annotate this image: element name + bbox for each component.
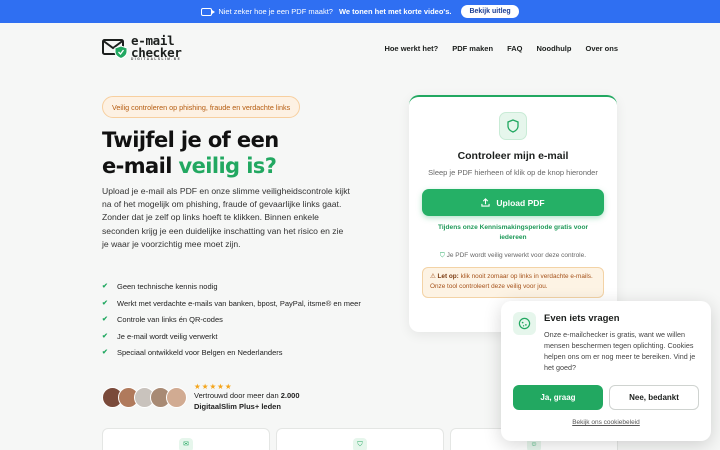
feature-card-shield: ⛉ (276, 428, 444, 450)
main-nav: Hoe werkt het? PDF maken FAQ Noodhulp Ov… (384, 44, 618, 53)
safe-note-text: Je PDF wordt veilig verwerkt voor deze c… (446, 252, 587, 259)
check-icon: ✔ (102, 283, 108, 290)
hero-title: Twijfel je of een e-mail veilig is? (102, 127, 279, 179)
trust-block: ★★★★★ Vertrouwd door meer dan 2.000 Digi… (102, 382, 300, 412)
logo-tagline: DIGITAALSLIM.BE (131, 56, 182, 61)
avatar (166, 386, 187, 408)
feature-text: Werkt met verdachte e-mails van banken, … (117, 298, 361, 308)
cookie-title: Even iets vragen (544, 313, 620, 324)
hero-title-line2: e-mail (102, 154, 179, 178)
video-icon (201, 7, 216, 16)
upload-card-subtitle: Sleep je PDF hierheen of klik op de knop… (428, 168, 598, 177)
announcement-text: Niet zeker hoe je een PDF maakt? (218, 7, 333, 16)
feature-text: Je e-mail wordt veilig verwerkt (117, 331, 218, 341)
nav-emergency-help[interactable]: Noodhulp (536, 44, 571, 53)
trust-count: 2.000 (280, 391, 300, 400)
promo-text: Tijdens onze Kennismakingsperiode gratis… (437, 224, 589, 241)
list-item: ✔ Speciaal ontwikkeld voor Belgen en Nede… (102, 347, 372, 358)
feature-text: Controle van links én QR-codes (117, 315, 223, 324)
list-item: ✔ Je e-mail wordt veilig verwerkt (102, 331, 372, 342)
check-icon: ✔ (102, 316, 108, 323)
warning-label: Let op: (437, 273, 459, 280)
feature-list: ✔ Geen technische kennis nodig ✔ Werkt met… (102, 281, 372, 364)
trust-members: DigitaalSlim Plus+ leden (194, 401, 281, 411)
cookie-policy-link[interactable]: Bekijk ons cookiebeleid (501, 419, 711, 426)
star-rating: ★★★★★ (194, 382, 233, 391)
upload-card: Controleer mijn e-mail Sleep je PDF hier… (409, 95, 617, 332)
hero-description: Upload je e-mail als PDF en onze slimme … (102, 186, 350, 249)
check-icon: ✔ (102, 332, 108, 340)
nav-faq[interactable]: FAQ (507, 44, 522, 53)
cookie-icon (513, 312, 536, 335)
logo[interactable]: e-mail checker DIGITAALSLIM.BE (102, 34, 182, 61)
cookie-dialog: Even iets vragen Onze e-mailchecker is g… (501, 301, 711, 441)
shield-icon (499, 112, 527, 140)
check-icon: ✔ (102, 299, 108, 307)
check-icon: ✔ (102, 349, 108, 356)
shield-check-icon: ⛉ (439, 252, 445, 259)
shield-icon: ⛉ (353, 438, 367, 450)
decline-cookies-button[interactable]: Nee, bedankt (609, 385, 699, 410)
trust-text: Vertrouwd door meer dan 2.000 DigitaalSl… (194, 391, 300, 412)
nav-how-it-works[interactable]: Hoe werkt het? (384, 44, 438, 53)
upload-card-title: Controleer mijn e-mail (457, 150, 569, 162)
feature-text: Speciaal ontwikkeld voor Belgen en Neder… (117, 348, 283, 357)
upload-button-label: Upload PDF (496, 197, 545, 208)
announcement-bold-text: We tonen het met korte video's. (338, 7, 452, 16)
nav-make-pdf[interactable]: PDF maken (452, 44, 493, 53)
accept-cookies-button[interactable]: Ja, graag (513, 385, 603, 410)
envelope-shield-icon (102, 39, 128, 59)
site-header: e-mail checker DIGITAALSLIM.BE Hoe werkt… (0, 23, 720, 73)
nav-about-us[interactable]: Over ons (585, 44, 618, 53)
mail-icon: ✉ (179, 438, 193, 450)
hero-title-line1: Twijfel je of een (102, 128, 279, 152)
cookie-text: Onze e-mailchecker is gratis, want we wi… (544, 330, 696, 372)
feature-text: Geen technische kennis nodig (117, 282, 218, 291)
hero-title-highlight: veilig is? (178, 154, 277, 178)
feature-card-mail: ✉ (102, 428, 270, 450)
watch-explainer-button[interactable]: Bekijk uitleg (461, 5, 519, 18)
feature-badge: Veilig controleren op phishing, fraude e… (102, 96, 301, 118)
upload-icon (481, 198, 491, 207)
member-avatars (102, 386, 187, 408)
list-item: ✔ Controle van links én QR-codes (102, 314, 372, 325)
warning-icon: ⚠ (430, 273, 436, 280)
trust-text-prefix: Vertrouwd door meer dan (194, 391, 281, 400)
upload-pdf-button[interactable]: Upload PDF (422, 189, 604, 216)
list-item: ✔ Werkt met verdachte e-mails van banken,… (102, 298, 372, 309)
warning-box: ⚠ Let op: klik nooit zomaar op links in … (422, 267, 604, 298)
list-item: ✔ Geen technische kennis nodig (102, 281, 372, 292)
safe-note: ⛉ Je PDF wordt veilig verwerkt voor deze… (409, 252, 617, 260)
announcement-bar: Niet zeker hoe je een PDF maakt? We tone… (0, 0, 720, 23)
